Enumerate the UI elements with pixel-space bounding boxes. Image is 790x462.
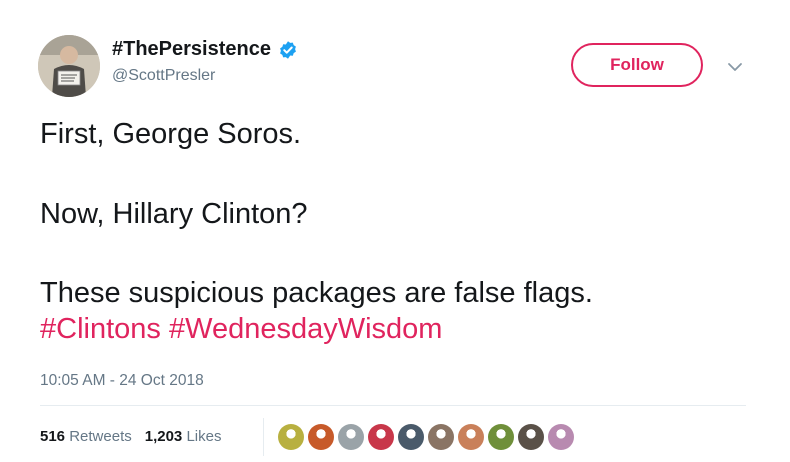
- tweet-text-line-1: First, George Soros.: [40, 118, 302, 150]
- tweet-text-line-3: These suspicious packages are false flag…: [40, 277, 593, 309]
- liker-avatar[interactable]: [368, 424, 394, 450]
- hashtags: #Clintons #WednesdayWisdom: [40, 313, 442, 346]
- follow-button[interactable]: Follow: [571, 43, 703, 87]
- likers-avatars: [278, 424, 578, 450]
- liker-avatar[interactable]: [278, 424, 304, 450]
- liker-avatar[interactable]: [398, 424, 424, 450]
- stats-separator: [263, 418, 264, 456]
- chevron-down-icon[interactable]: [727, 60, 743, 72]
- author-handle[interactable]: @ScottPresler: [112, 67, 298, 85]
- liker-avatar[interactable]: [338, 424, 364, 450]
- retweets-label: Retweets: [69, 428, 132, 445]
- likes-count: 1,203: [144, 428, 183, 445]
- hashtag-wednesdaywisdom[interactable]: #WednesdayWisdom: [169, 313, 442, 345]
- liker-avatar[interactable]: [518, 424, 544, 450]
- tweet-timestamp[interactable]: 10:05 AM - 24 Oct 2018: [40, 372, 204, 390]
- liker-avatar[interactable]: [488, 424, 514, 450]
- divider: [40, 405, 746, 406]
- liker-avatar[interactable]: [428, 424, 454, 450]
- tweet-stats: 516 Retweets 1,203 Likes: [40, 428, 221, 445]
- profile-photo: [38, 35, 100, 97]
- author-block: #ThePersistence @ScottPresler: [112, 38, 298, 85]
- liker-avatar[interactable]: [548, 424, 574, 450]
- liker-avatar[interactable]: [308, 424, 334, 450]
- retweets-count: 516: [40, 428, 66, 445]
- likes-stat[interactable]: 1,203 Likes: [145, 428, 222, 445]
- display-name[interactable]: #ThePersistence: [112, 38, 271, 61]
- name-row: #ThePersistence: [112, 38, 298, 61]
- verified-badge-icon: [278, 40, 298, 60]
- tweet-text-line-2: Now, Hillary Clinton?: [40, 198, 308, 230]
- likes-label: Likes: [186, 428, 222, 445]
- liker-avatar[interactable]: [458, 424, 484, 450]
- author-avatar[interactable]: [38, 35, 100, 97]
- hashtag-clintons[interactable]: #Clintons: [40, 313, 161, 345]
- retweets-stat[interactable]: 516 Retweets: [40, 428, 132, 445]
